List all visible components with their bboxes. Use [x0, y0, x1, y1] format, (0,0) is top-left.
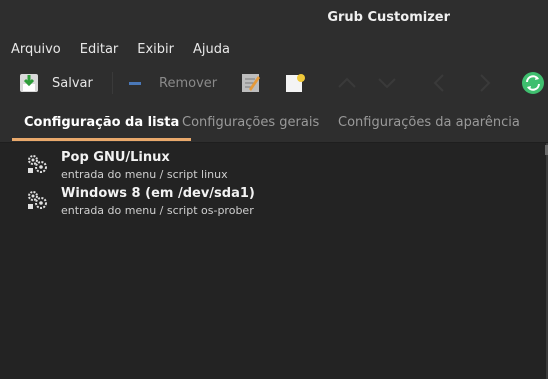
move-up-button[interactable] — [336, 70, 358, 96]
chevron-up-icon — [338, 77, 356, 88]
chevron-left-icon — [433, 74, 444, 92]
entry-detail: entrada do menu / script os-prober — [61, 204, 254, 217]
refresh-button[interactable] — [521, 70, 545, 96]
save-icon — [20, 74, 38, 92]
entry-list: Pop GNU/Linux entrada do menu / script l… — [0, 143, 546, 379]
edit-icon — [242, 74, 260, 92]
chevron-down-icon — [378, 78, 396, 89]
edit-button[interactable] — [240, 70, 262, 96]
toolbar: Salvar Remover — [0, 62, 548, 104]
new-entry-button[interactable] — [284, 70, 306, 96]
tab-general-settings[interactable]: Configurações gerais — [182, 104, 319, 142]
save-button[interactable]: Salvar — [18, 70, 93, 96]
move-right-button[interactable] — [474, 70, 496, 96]
menu-editar[interactable]: Editar — [69, 42, 119, 57]
list-item[interactable]: Windows 8 (em /dev/sda1) entrada do menu… — [0, 183, 546, 219]
entry-name: Windows 8 (em /dev/sda1) — [61, 186, 255, 201]
minus-icon — [129, 82, 141, 85]
script-gears-icon — [28, 155, 47, 173]
script-gears-icon — [28, 191, 47, 209]
menu-exibir[interactable]: Exibir — [126, 42, 174, 57]
tab-list-configuration[interactable]: Configuração da lista — [11, 104, 192, 142]
entry-detail: entrada do menu / script linux — [61, 168, 228, 181]
save-label: Salvar — [52, 75, 93, 91]
remove-button[interactable]: Remover — [128, 70, 217, 96]
move-down-button[interactable] — [376, 70, 398, 96]
move-left-button[interactable] — [428, 70, 450, 96]
list-item[interactable]: Pop GNU/Linux entrada do menu / script l… — [0, 147, 546, 183]
remove-label: Remover — [159, 75, 218, 91]
menu-arquivo[interactable]: Arquivo — [0, 42, 61, 57]
refresh-icon — [522, 72, 544, 94]
tab-appearance-settings[interactable]: Configurações da aparência — [338, 104, 520, 142]
chevron-right-icon — [480, 74, 491, 92]
window-title: Grub Customizer — [327, 10, 450, 25]
title-bar: Grub Customizer — [0, 0, 548, 36]
toolbar-separator — [112, 72, 113, 94]
menu-ajuda[interactable]: Ajuda — [182, 42, 230, 57]
new-document-icon — [286, 74, 305, 92]
entry-name: Pop GNU/Linux — [61, 150, 170, 165]
tab-bar: Configuração da lista Configurações gera… — [0, 104, 548, 143]
menu-bar: Arquivo Editar Exibir Ajuda — [0, 36, 548, 62]
